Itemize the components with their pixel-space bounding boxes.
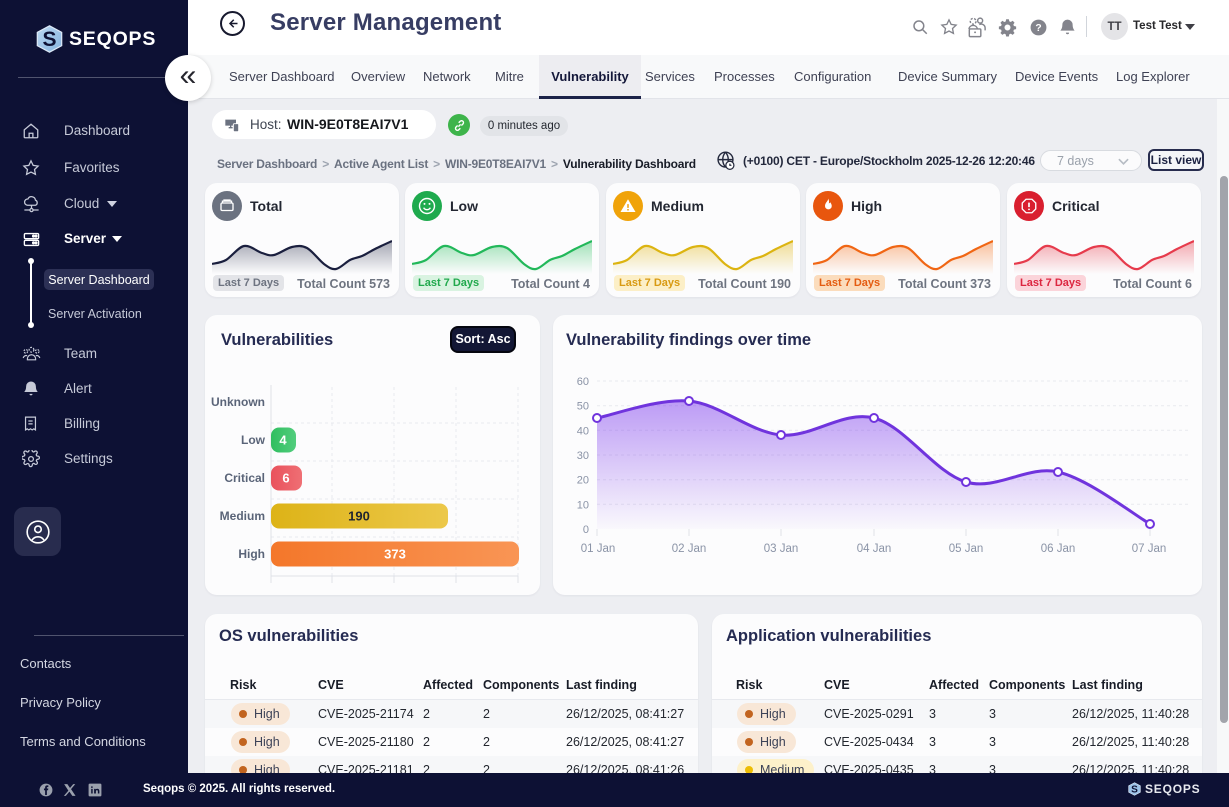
- svg-text:50: 50: [577, 401, 589, 413]
- svg-text:40: 40: [577, 425, 589, 437]
- svg-text:Medium: Medium: [220, 509, 265, 523]
- svg-text:S: S: [42, 28, 56, 51]
- svg-text:03 Jan: 03 Jan: [764, 543, 799, 555]
- svg-text:01 Jan: 01 Jan: [581, 543, 616, 555]
- svg-text:Critical: Critical: [224, 471, 265, 485]
- svg-text:20: 20: [577, 475, 589, 487]
- svg-text:Low: Low: [241, 433, 266, 447]
- svg-text:373: 373: [384, 547, 406, 562]
- svg-text:06 Jan: 06 Jan: [1041, 543, 1076, 555]
- svg-text:07 Jan: 07 Jan: [1132, 543, 1167, 555]
- svg-text:30: 30: [577, 450, 589, 462]
- svg-text:0: 0: [583, 524, 589, 536]
- svg-text:Unknown: Unknown: [211, 395, 265, 409]
- svg-text:190: 190: [348, 509, 370, 524]
- svg-text:05 Jan: 05 Jan: [949, 543, 984, 555]
- svg-text:60: 60: [577, 376, 589, 388]
- svg-text:High: High: [238, 547, 265, 561]
- svg-text:02 Jan: 02 Jan: [672, 543, 707, 555]
- svg-text:S: S: [1131, 784, 1138, 795]
- svg-text:10: 10: [577, 499, 589, 511]
- svg-text:6: 6: [282, 471, 289, 486]
- svg-text:?: ?: [1035, 23, 1041, 34]
- svg-text:04 Jan: 04 Jan: [857, 543, 892, 555]
- svg-text:4: 4: [279, 433, 287, 448]
